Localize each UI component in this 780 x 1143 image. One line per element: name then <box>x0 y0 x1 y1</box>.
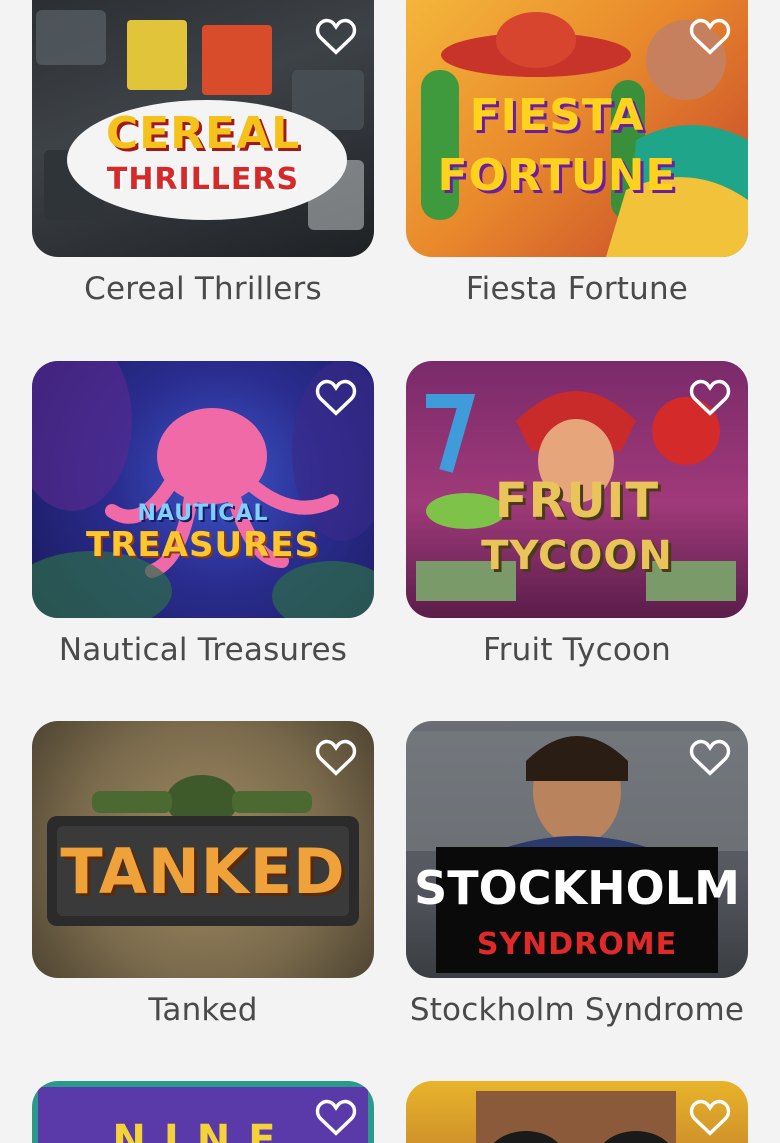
favorite-heart-icon[interactable] <box>312 375 360 419</box>
game-title[interactable]: Nautical Treasures <box>32 632 374 668</box>
game-card-stockholm-syndrome[interactable]: STOCKHOLM SYNDROME Stockholm Syndrome <box>406 721 748 1028</box>
game-thumbnail[interactable]: FRUIT TYCOON <box>406 361 748 618</box>
game-card-cereal-thrillers[interactable]: CEREAL THRILLERS Cereal Thrillers <box>32 0 374 307</box>
game-logo-line: TREASURES <box>86 525 320 565</box>
game-card-nautical-treasures[interactable]: NAUTICAL TREASURES Nautical Treasures <box>32 361 374 668</box>
game-card-partial-right[interactable] <box>406 1081 748 1143</box>
game-logo-line: FORTUNE <box>437 150 677 201</box>
game-thumbnail[interactable]: FIESTA FORTUNE <box>406 0 748 257</box>
game-card-fruit-tycoon[interactable]: FRUIT TYCOON Fruit Tycoon <box>406 361 748 668</box>
game-title[interactable]: Tanked <box>32 992 374 1028</box>
game-grid: CEREAL THRILLERS Cereal Thrillers FIESTA… <box>0 0 780 1143</box>
favorite-heart-icon[interactable] <box>312 14 360 58</box>
favorite-heart-icon[interactable] <box>686 735 734 779</box>
game-thumbnail[interactable]: NAUTICAL TREASURES <box>32 361 374 618</box>
game-thumbnail[interactable]: CEREAL THRILLERS <box>32 0 374 257</box>
game-card-tanked[interactable]: TANKED Tanked <box>32 721 374 1028</box>
game-logo-line: FRUIT <box>494 473 660 529</box>
favorite-heart-icon[interactable] <box>686 14 734 58</box>
game-card-fiesta-fortune[interactable]: FIESTA FORTUNE Fiesta Fortune <box>406 0 748 307</box>
game-title[interactable]: Fruit Tycoon <box>406 632 748 668</box>
game-title[interactable]: Stockholm Syndrome <box>406 992 748 1028</box>
game-title[interactable]: Fiesta Fortune <box>406 271 748 307</box>
game-logo-line: THRILLERS <box>106 162 300 197</box>
game-title[interactable]: Cereal Thrillers <box>32 271 374 307</box>
game-logo-line: STOCKHOLM <box>414 861 740 915</box>
game-logo-line: SYNDROME <box>476 927 678 962</box>
game-card-partial-left[interactable]: NINE <box>32 1081 374 1143</box>
favorite-heart-icon[interactable] <box>312 1095 360 1139</box>
game-logo-line: TANKED <box>60 835 346 908</box>
favorite-heart-icon[interactable] <box>312 735 360 779</box>
game-logo-line: NAUTICAL <box>137 501 269 526</box>
game-logo-line: CEREAL <box>105 108 301 159</box>
game-logo-line: TYCOON <box>481 533 673 579</box>
game-thumbnail[interactable]: STOCKHOLM SYNDROME <box>406 721 748 978</box>
game-logo-line: FIESTA <box>469 90 645 141</box>
game-thumbnail[interactable]: TANKED <box>32 721 374 978</box>
game-thumbnail[interactable] <box>406 1081 748 1143</box>
favorite-heart-icon[interactable] <box>686 375 734 419</box>
favorite-heart-icon[interactable] <box>686 1095 734 1139</box>
game-thumbnail[interactable]: NINE <box>32 1081 374 1143</box>
